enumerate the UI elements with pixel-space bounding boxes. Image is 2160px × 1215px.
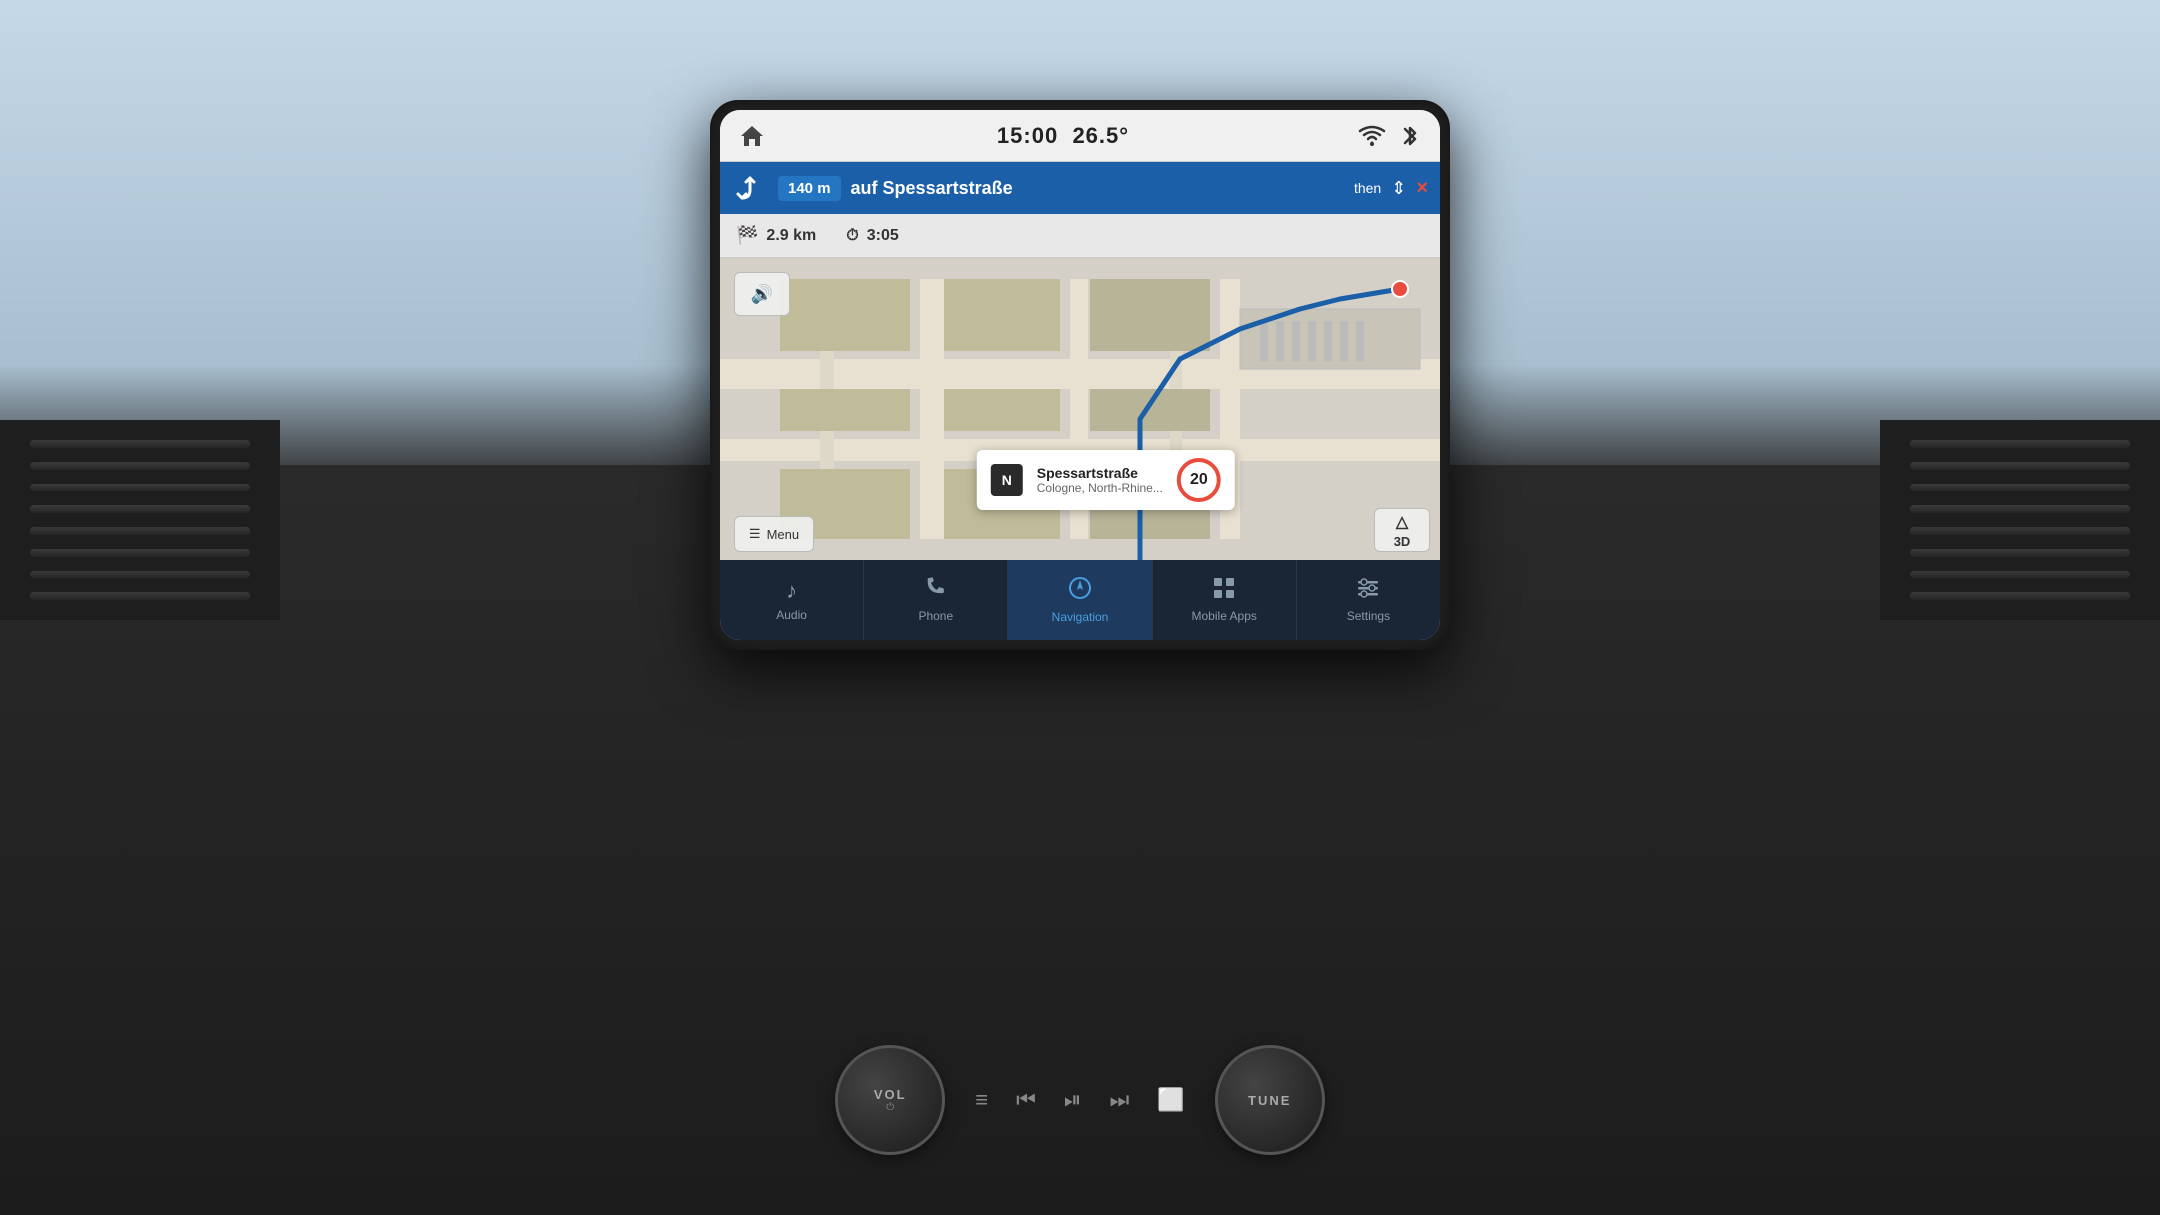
tab-phone[interactable]: Phone — [864, 560, 1008, 640]
volume-button[interactable]: 🔊 — [734, 272, 790, 316]
then-label: then — [1354, 180, 1381, 196]
clock-icon: ⏱ — [846, 227, 858, 245]
mobile-apps-label: Mobile Apps — [1192, 609, 1257, 623]
compass-display: N — [991, 464, 1023, 496]
vol-label: VOL — [874, 1087, 907, 1102]
audio-icon: ♪ — [786, 578, 797, 604]
status-bar: 15:00 26.5° — [720, 110, 1440, 162]
volume-icon: 🔊 — [751, 284, 773, 305]
play-pause-button[interactable]: ⏯ — [1064, 1087, 1082, 1113]
left-vent — [0, 420, 280, 620]
navigation-label: Navigation — [1052, 610, 1109, 624]
menu-button[interactable]: ☰ Menu — [734, 516, 814, 552]
total-distance-display: 🏁 2.9 km — [736, 225, 816, 246]
prev-track-button[interactable]: ⏮ — [1016, 1087, 1036, 1113]
close-navigation-button[interactable]: × — [1416, 177, 1428, 200]
street-info-text: Spessartstraße Cologne, North-Rhine... — [1037, 465, 1163, 495]
menu-label: Menu — [767, 527, 800, 542]
map-area[interactable]: 🔊 ☰ Menu △ 3D N — [720, 258, 1440, 560]
nav-instruction-bar: 140 m auf Spessartstraße then ⇕ × — [720, 162, 1440, 214]
current-time: 15:00 — [997, 123, 1058, 149]
turn-distance: 140 m — [778, 176, 841, 201]
power-icon: ⏻ — [886, 1102, 894, 1113]
next-turn-icon: ⇕ — [1391, 178, 1406, 199]
tab-mobile-apps[interactable]: Mobile Apps — [1153, 560, 1297, 640]
route-info-bar: 🏁 2.9 km ⏱ 3:05 — [720, 214, 1440, 258]
speed-limit-sign: 20 — [1177, 458, 1221, 502]
tab-audio[interactable]: ♪ Audio — [720, 560, 864, 640]
dashboard: 15:00 26.5° — [0, 0, 2160, 1215]
tune-knob[interactable]: TUNE — [1215, 1045, 1325, 1155]
media-controls: ≡ ⏮ ⏯ ⏭ ⬜ — [975, 1087, 1184, 1113]
tab-settings[interactable]: Settings — [1297, 560, 1440, 640]
phone-label: Phone — [918, 609, 953, 623]
wifi-icon — [1358, 122, 1386, 150]
street-info-popup: N Spessartstraße Cologne, North-Rhine...… — [977, 450, 1235, 510]
tab-navigation[interactable]: Navigation — [1008, 560, 1152, 640]
city-name: Cologne, North-Rhine... — [1037, 481, 1163, 495]
mobile-apps-icon — [1213, 577, 1235, 605]
next-track-button[interactable]: ⏭ — [1110, 1087, 1130, 1113]
right-vent — [1880, 420, 2160, 620]
audio-label: Audio — [776, 608, 807, 622]
bottom-navigation-tabs: ♪ Audio Phone — [720, 560, 1440, 640]
eta-time: 3:05 — [867, 227, 899, 245]
3d-label: 3D — [1394, 534, 1411, 549]
status-icons — [1358, 122, 1424, 150]
settings-icon — [1357, 577, 1379, 605]
eta-display: ⏱ 3:05 — [846, 227, 899, 245]
physical-controls: VOL ⏻ ≡ ⏮ ⏯ ⏭ ⬜ TUNE — [680, 1045, 1480, 1155]
bluetooth-icon — [1396, 122, 1424, 150]
map-triangle-icon: △ — [1396, 512, 1408, 532]
turn-left-icon — [732, 170, 768, 206]
screen-bezel: 15:00 26.5° — [710, 100, 1450, 650]
home-button[interactable] — [736, 120, 768, 152]
settings-label: Settings — [1347, 609, 1390, 623]
volume-knob[interactable]: VOL ⏻ — [835, 1045, 945, 1155]
eq-button[interactable]: ≡ — [975, 1087, 988, 1113]
flag-icon: 🏁 — [736, 225, 758, 246]
phone-icon — [926, 577, 946, 605]
navigation-tab-icon — [1068, 576, 1092, 606]
current-street-name: Spessartstraße — [1037, 465, 1163, 481]
tune-label: TUNE — [1248, 1093, 1291, 1108]
3d-view-button[interactable]: △ 3D — [1374, 508, 1430, 552]
turn-street-name: auf Spessartstraße — [851, 178, 1344, 199]
screen-button[interactable]: ⬜ — [1157, 1087, 1184, 1113]
total-distance: 2.9 km — [766, 227, 816, 245]
infotainment-screen: 15:00 26.5° — [720, 110, 1440, 640]
menu-icon: ☰ — [749, 526, 761, 542]
temperature: 26.5° — [1072, 123, 1129, 149]
time-temp-display: 15:00 26.5° — [768, 123, 1358, 149]
